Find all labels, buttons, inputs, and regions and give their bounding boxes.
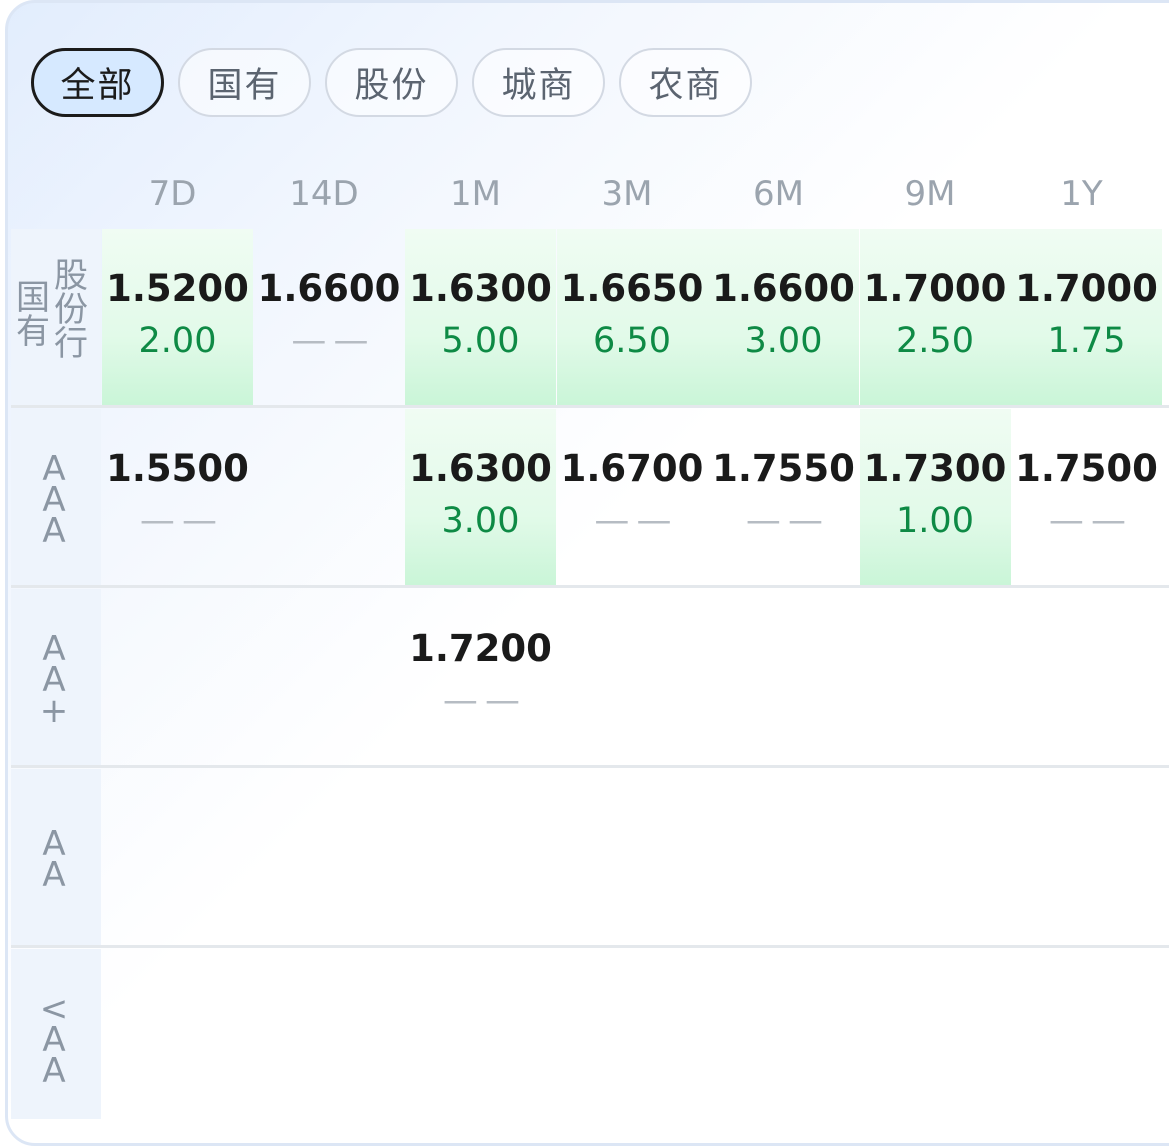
rate-value: 1.7550 <box>712 447 855 490</box>
rate-value: 1.7000 <box>863 267 1007 310</box>
row-label-left: 国有 <box>16 278 50 352</box>
rate-cell-7d <box>102 589 253 767</box>
rate-cell-7d <box>102 769 253 947</box>
volume-value: 2.50 <box>896 321 974 361</box>
row-divider <box>11 585 1169 588</box>
tenor-header-1y: 1Y <box>1060 174 1103 214</box>
rate-cell-9m <box>860 589 1011 767</box>
row-label: AA <box>42 824 66 895</box>
filter-chip-all[interactable]: 全部 <box>31 48 164 117</box>
volume-value: — — <box>291 321 368 361</box>
rate-cell-1m[interactable]: 1.6300 5.00 <box>405 229 556 407</box>
tenor-header-9m: 9M <box>904 174 956 214</box>
volume-value: — — <box>745 501 823 541</box>
rate-value: 1.6300 <box>409 447 552 490</box>
volume-value: 6.50 <box>593 321 671 361</box>
rate-value: 1.7500 <box>1015 447 1158 490</box>
rate-cell-1y <box>1011 589 1162 767</box>
rate-cell-3m[interactable]: 1.6700 — — <box>557 409 708 587</box>
rate-cell-1m[interactable]: 1.7200 — — <box>405 589 556 767</box>
rate-cell-7d[interactable]: 1.5200 2.00 <box>102 229 253 407</box>
rate-cell-9m <box>860 769 1011 947</box>
rate-cell-14d <box>254 949 405 1127</box>
rate-cell-1y <box>1011 769 1162 947</box>
rate-cell-1m[interactable]: 1.6300 3.00 <box>405 409 556 587</box>
tenor-header-3m: 3M <box>601 174 653 214</box>
rate-cell-1y[interactable]: 1.7500 — — <box>1011 409 1162 587</box>
rate-cell-7d <box>102 949 253 1127</box>
volume-value: 3.00 <box>744 321 823 361</box>
volume-value: — — <box>442 681 520 721</box>
rate-value: 1.6600 <box>712 267 855 310</box>
rate-cell-1m <box>405 769 556 947</box>
rate-cell-3m[interactable]: 1.6650 6.50 <box>556 229 708 407</box>
rate-cell-9m[interactable]: 1.7000 2.50 <box>859 229 1011 407</box>
tenor-header-7d: 7D <box>148 174 197 214</box>
rate-cell-3m <box>557 589 708 767</box>
rate-cell-1m <box>405 949 556 1127</box>
volume-value: 5.00 <box>441 321 520 361</box>
rate-cell-7d[interactable]: 1.5500 — — <box>102 409 253 587</box>
row-label: AA+ <box>39 628 69 731</box>
rate-value: 1.6650 <box>560 267 704 310</box>
tenor-header-6m: 6M <box>753 174 804 214</box>
rate-cell-9m <box>860 949 1011 1127</box>
volume-value: 3.00 <box>441 501 520 541</box>
volume-value: — — <box>139 501 217 541</box>
rate-cell-6m <box>708 769 859 947</box>
rate-cell-14d <box>254 589 405 767</box>
row-label: AAA <box>42 448 66 551</box>
row-divider <box>11 765 1169 768</box>
rate-cell-6m <box>708 949 859 1127</box>
row-label: <AA <box>39 988 69 1091</box>
rate-value: 1.6700 <box>560 447 704 490</box>
rate-value: 1.5500 <box>106 447 249 490</box>
rate-value: 1.7000 <box>1015 267 1158 310</box>
volume-value: — — <box>1048 501 1126 541</box>
tenor-header-1m: 1M <box>450 174 501 214</box>
tenor-header-14d: 14D <box>289 174 359 214</box>
rate-cell-1y <box>1011 949 1162 1127</box>
rate-value: 1.6600 <box>257 267 401 310</box>
rate-cell-3m <box>557 769 708 947</box>
volume-value: — — <box>594 501 671 541</box>
rate-cell-14d <box>254 409 405 587</box>
rate-cell-3m <box>557 949 708 1127</box>
row-divider <box>11 405 1169 408</box>
filter-chip-state-owned[interactable]: 国有 <box>178 48 311 117</box>
rate-cell-14d[interactable]: 1.6600 — — <box>254 229 405 407</box>
filter-chip-rural-commercial[interactable]: 农商 <box>619 48 752 117</box>
filter-chips: 全部 国有 股份 城商 农商 <box>31 48 752 117</box>
rate-cell-6m <box>708 589 859 767</box>
rate-cell-1y[interactable]: 1.7000 1.75 <box>1011 229 1162 407</box>
rate-value: 1.5200 <box>106 267 249 310</box>
rate-cell-14d <box>254 769 405 947</box>
volume-value: 1.75 <box>1047 321 1126 361</box>
row-divider <box>11 945 1169 948</box>
volume-value: 2.00 <box>138 321 217 361</box>
rate-value: 1.7300 <box>863 447 1007 490</box>
volume-value: 1.00 <box>896 501 974 541</box>
rate-value: 1.6300 <box>409 267 552 310</box>
rate-value: 1.7200 <box>409 627 552 670</box>
rate-cell-9m[interactable]: 1.7300 1.00 <box>859 409 1011 587</box>
filter-chip-city-commercial[interactable]: 城商 <box>472 48 605 117</box>
filter-chip-joint-stock[interactable]: 股份 <box>325 48 458 117</box>
rate-cell-6m[interactable]: 1.7550 — — <box>708 409 859 587</box>
row-label-right: 股份行 <box>54 256 88 364</box>
rate-cell-6m[interactable]: 1.6600 3.00 <box>708 229 859 407</box>
